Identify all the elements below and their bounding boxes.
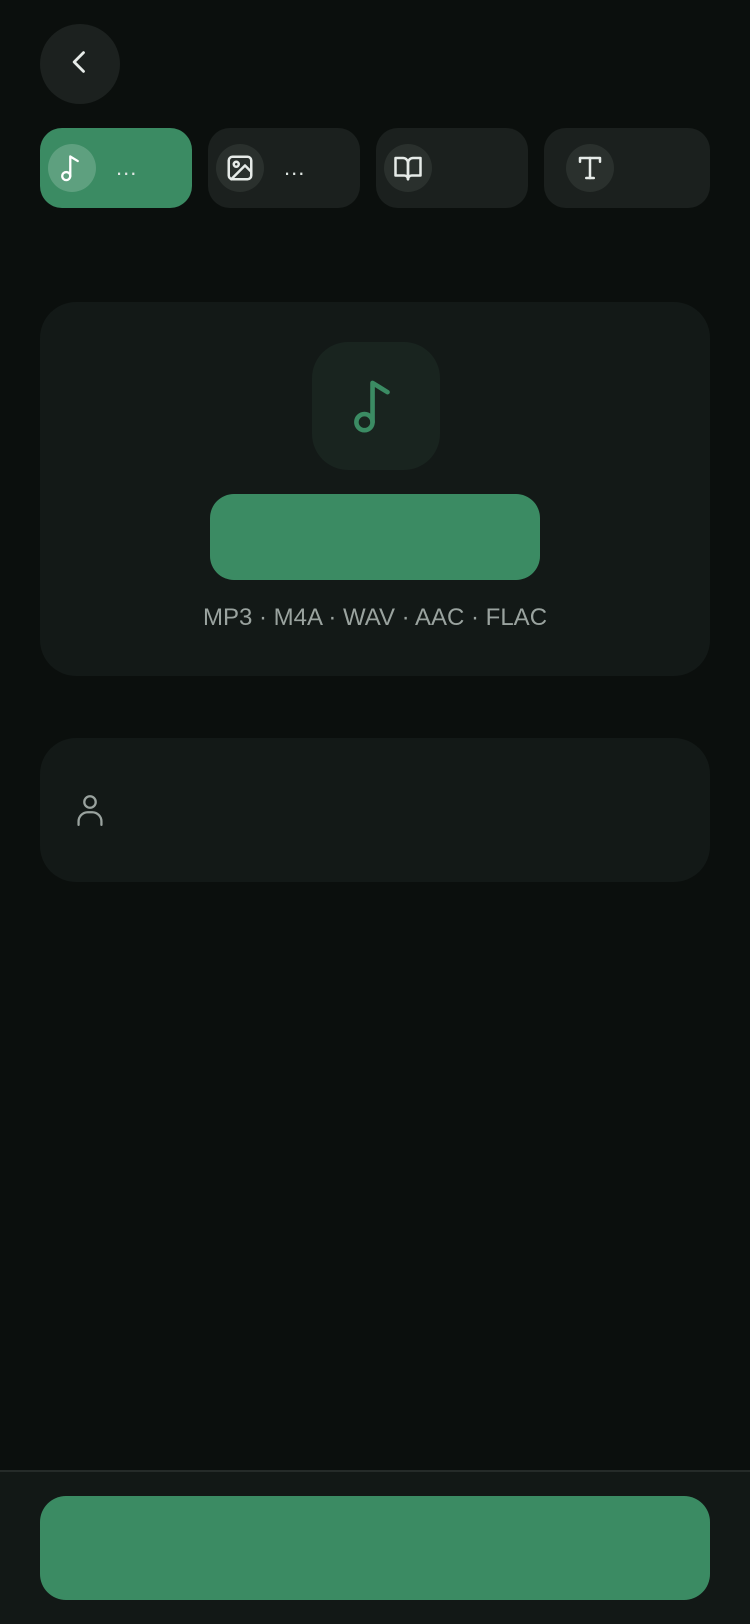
- back-button[interactable]: [40, 24, 120, 104]
- image-icon: [216, 144, 264, 192]
- artist-field[interactable]: [40, 738, 710, 882]
- select-audio-button[interactable]: [210, 494, 540, 580]
- tab-image-label: ...: [284, 155, 306, 180]
- supported-formats: MP3 · M4A · WAV · AAC · FLAC: [202, 604, 548, 631]
- tab-audio-label: ...: [116, 155, 138, 180]
- tab-audio[interactable]: ...: [40, 128, 192, 208]
- tab-image[interactable]: ...: [208, 128, 360, 208]
- text-type-icon: [566, 144, 614, 192]
- media-type-tabs: ... ...: [40, 128, 710, 208]
- artist-input[interactable]: [120, 779, 710, 841]
- tab-book[interactable]: [376, 128, 528, 208]
- book-open-icon: [384, 144, 432, 192]
- audio-upload-card: MP3 · M4A · WAV · AAC · FLAC: [40, 302, 710, 676]
- bottom-action-bar: [0, 1470, 750, 1624]
- music-note-icon: [48, 144, 96, 192]
- chevron-left-icon: [66, 48, 94, 81]
- primary-action-button[interactable]: [40, 1496, 710, 1600]
- music-note-icon: [312, 342, 440, 470]
- tab-text[interactable]: [544, 128, 710, 208]
- person-icon: [74, 792, 106, 828]
